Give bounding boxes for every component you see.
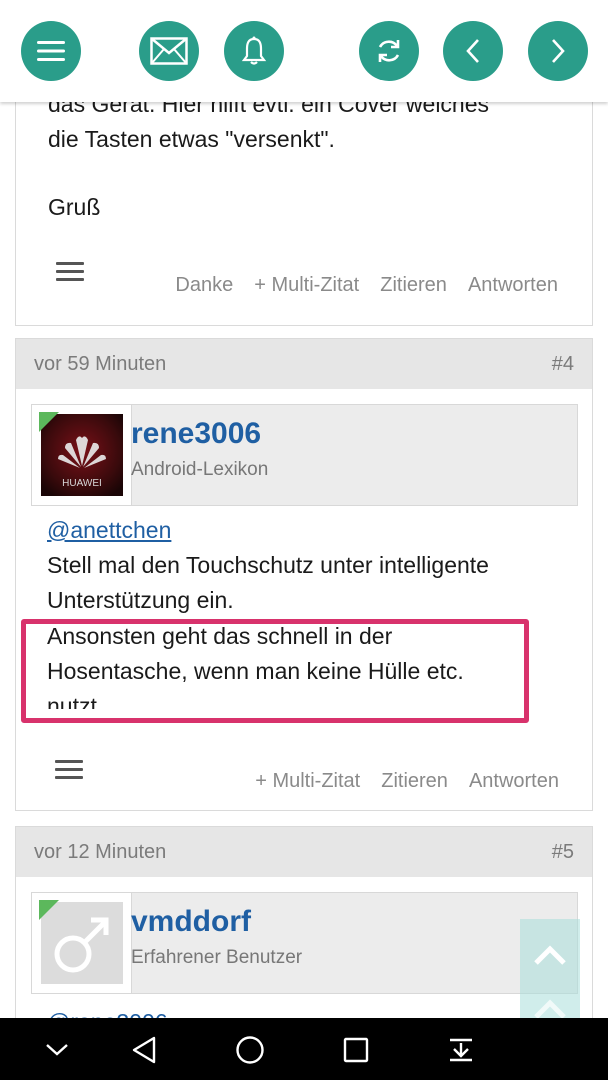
online-indicator xyxy=(39,412,59,432)
post-actions: Danke + Multi-Zitat Zitieren Antworten xyxy=(175,274,558,297)
notifications-button[interactable] xyxy=(224,21,284,81)
online-indicator xyxy=(39,900,59,920)
home-button[interactable] xyxy=(232,1032,268,1068)
mention-link[interactable]: @anettchen xyxy=(47,513,171,548)
chevron-down-icon xyxy=(46,1044,68,1056)
top-toolbar xyxy=(0,0,608,102)
home-circle-icon xyxy=(236,1036,264,1064)
username[interactable]: rene3006 xyxy=(131,417,261,451)
post-number[interactable]: #4 xyxy=(552,353,574,376)
refresh-button[interactable] xyxy=(359,21,419,81)
avatar-frame: HUAWEI xyxy=(32,405,132,505)
back-button[interactable] xyxy=(126,1032,162,1068)
back-triangle-icon xyxy=(132,1036,156,1064)
post-header: vor 12 Minuten #5 xyxy=(16,827,592,877)
post-menu-icon[interactable] xyxy=(56,262,84,281)
post-time: vor 12 Minuten xyxy=(34,840,167,863)
post-text-line: Stell mal den Touchschutz unter intellig… xyxy=(47,552,489,578)
hide-navbar-button[interactable] xyxy=(39,1032,75,1068)
post-menu-icon[interactable] xyxy=(55,760,83,779)
post-number[interactable]: #5 xyxy=(552,841,574,864)
quote-button[interactable]: Zitieren xyxy=(380,274,447,297)
system-navigation-bar xyxy=(0,1018,608,1080)
post-text-line: Gruß xyxy=(48,194,101,220)
post-5: vor 12 Minuten #5 vmddorf Erfahrener Ben… xyxy=(15,826,593,1018)
chevron-right-icon xyxy=(552,39,565,63)
mention-text[interactable]: @rene3006 xyxy=(47,1009,168,1018)
user-card[interactable]: HUAWEI rene3006 Android-Lexikon xyxy=(31,404,578,506)
mention-link[interactable]: @rene3006 xyxy=(47,1005,168,1018)
hamburger-icon xyxy=(37,41,65,61)
multi-quote-button[interactable]: + Multi-Zitat xyxy=(255,770,360,793)
previous-button[interactable] xyxy=(443,21,503,81)
user-role: Android-Lexikon xyxy=(131,459,269,480)
post-text-line: das Gerät. Hier hilft evtl. ein Cover we… xyxy=(48,102,490,117)
thread-content[interactable]: das Gerät. Hier hilft evtl. ein Cover we… xyxy=(0,102,608,1018)
avatar-frame xyxy=(32,893,132,993)
scroll-to-top-button[interactable] xyxy=(520,919,580,1018)
highlight-box xyxy=(21,619,529,723)
post-text-line: Unterstützung ein. xyxy=(47,587,234,613)
menu-button[interactable] xyxy=(21,21,81,81)
user-role: Erfahrener Benutzer xyxy=(131,947,303,968)
post-3: das Gerät. Hier hilft evtl. ein Cover we… xyxy=(15,102,593,326)
post-4: vor 59 Minuten #4 HUAWEI rene3006 Androi… xyxy=(15,338,593,811)
post-actions: + Multi-Zitat Zitieren Antworten xyxy=(255,770,559,793)
chevron-left-icon xyxy=(466,39,479,63)
avatar-text: HUAWEI xyxy=(62,478,102,489)
refresh-icon xyxy=(378,40,400,62)
mention-text[interactable]: @anettchen xyxy=(47,517,171,543)
post-text-line: die Tasten etwas "versenkt". xyxy=(48,126,335,152)
bell-icon xyxy=(241,36,267,65)
messages-button[interactable] xyxy=(139,21,199,81)
reply-button[interactable]: Antworten xyxy=(469,770,559,793)
reply-button[interactable]: Antworten xyxy=(468,274,558,297)
next-button[interactable] xyxy=(528,21,588,81)
recents-button[interactable] xyxy=(338,1032,374,1068)
quote-button[interactable]: Zitieren xyxy=(381,770,448,793)
pull-down-icon xyxy=(450,1038,472,1062)
user-card[interactable]: vmddorf Erfahrener Benutzer xyxy=(31,892,578,994)
mail-icon xyxy=(150,37,188,65)
multi-quote-button[interactable]: + Multi-Zitat xyxy=(254,274,359,297)
chevron-up-icon xyxy=(534,945,566,1018)
username[interactable]: vmddorf xyxy=(131,905,251,939)
notification-pull-button[interactable] xyxy=(443,1032,479,1068)
recents-square-icon xyxy=(343,1037,369,1063)
post-time: vor 59 Minuten xyxy=(34,352,167,375)
thanks-button[interactable]: Danke xyxy=(175,274,233,297)
post-header: vor 59 Minuten #4 xyxy=(16,339,592,389)
